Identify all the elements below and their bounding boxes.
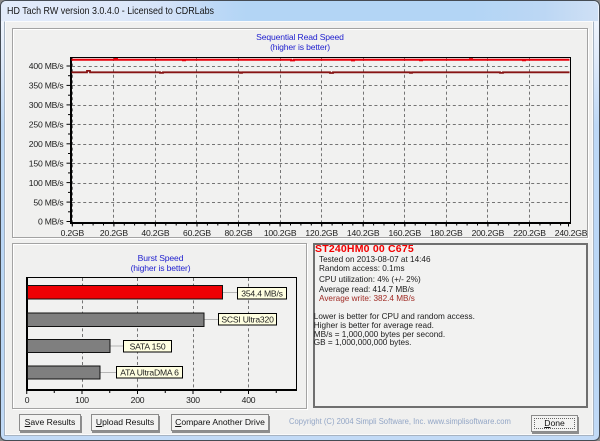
svg-text:120.2GB: 120.2GB — [305, 228, 338, 238]
svg-text:300 MB/s: 300 MB/s — [29, 100, 64, 110]
svg-text:20.2GB: 20.2GB — [100, 228, 128, 238]
svg-text:80.2GB: 80.2GB — [225, 228, 253, 238]
svg-text:300: 300 — [186, 395, 200, 405]
svg-text:50 MB/s: 50 MB/s — [33, 197, 63, 207]
svg-text:60.2GB: 60.2GB — [183, 228, 211, 238]
svg-text:0 MB/s: 0 MB/s — [38, 217, 64, 227]
svg-text:SATA 150: SATA 150 — [130, 342, 166, 352]
svg-text:ATA UltraDMA 6: ATA UltraDMA 6 — [120, 368, 179, 378]
svg-text:400: 400 — [242, 395, 256, 405]
svg-text:180.2GB: 180.2GB — [430, 228, 463, 238]
svg-text:100.2GB: 100.2GB — [264, 228, 297, 238]
svg-text:100: 100 — [75, 395, 89, 405]
svg-text:0.2GB: 0.2GB — [61, 228, 85, 238]
svg-text:354.4 MB/s: 354.4 MB/s — [241, 289, 282, 299]
svg-text:160.2GB: 160.2GB — [389, 228, 422, 238]
svg-text:350 MB/s: 350 MB/s — [29, 81, 64, 91]
svg-text:220.2GB: 220.2GB — [513, 228, 546, 238]
svg-text:40.2GB: 40.2GB — [141, 228, 169, 238]
svg-text:200.2GB: 200.2GB — [472, 228, 505, 238]
svg-text:100 MB/s: 100 MB/s — [29, 178, 64, 188]
svg-text:400 MB/s: 400 MB/s — [29, 61, 64, 71]
svg-text:0: 0 — [25, 395, 30, 405]
svg-text:200 MB/s: 200 MB/s — [29, 139, 64, 149]
svg-text:200: 200 — [131, 395, 145, 405]
svg-text:150 MB/s: 150 MB/s — [29, 158, 64, 168]
svg-text:250 MB/s: 250 MB/s — [29, 120, 64, 130]
svg-text:240.2GB: 240.2GB — [555, 228, 588, 238]
svg-text:SCSI Ultra320: SCSI Ultra320 — [221, 315, 274, 325]
svg-text:140.2GB: 140.2GB — [347, 228, 380, 238]
